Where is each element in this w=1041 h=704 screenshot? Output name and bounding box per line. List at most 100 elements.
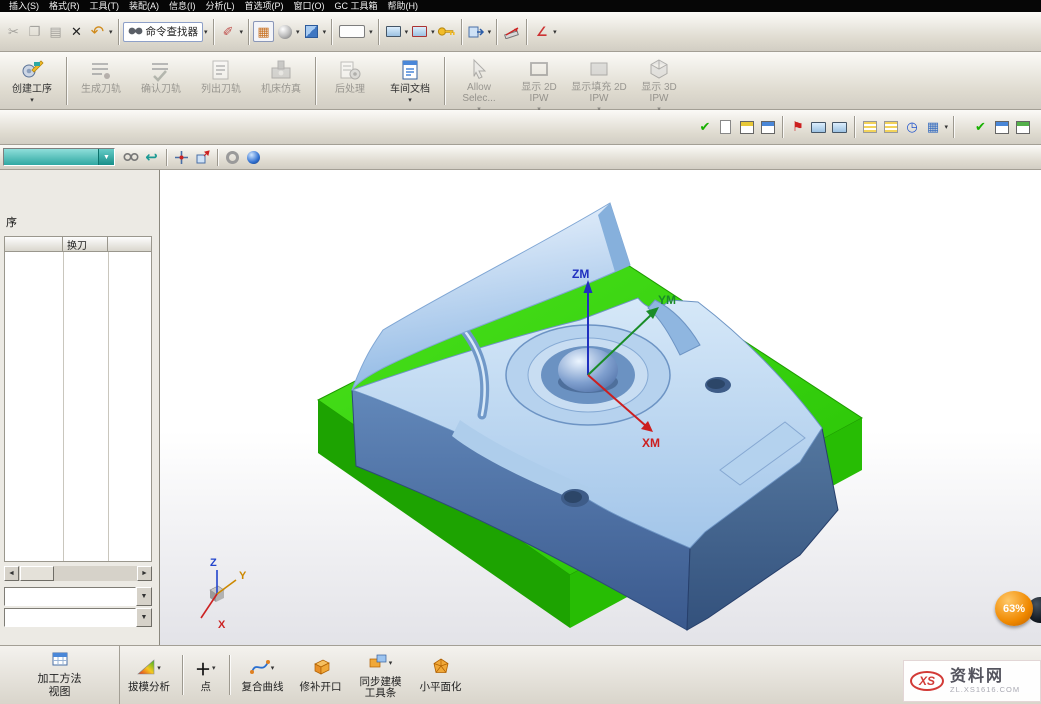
scroll-track[interactable] [54, 566, 137, 581]
scroll-right-button[interactable]: ► [137, 566, 152, 581]
show-filled-2d-ipw-button[interactable]: 显示填充 2D IPW ▾ [570, 54, 628, 108]
menu-analysis[interactable]: 分析(L) [201, 0, 240, 12]
selection-scope-dropdown-icon[interactable]: ▼ [98, 149, 114, 165]
filter-field-1[interactable] [4, 587, 136, 606]
paste-icon[interactable]: ▤ [45, 21, 66, 42]
grid-search-icon[interactable]: ▦ [922, 117, 943, 138]
list-edit-icon[interactable] [880, 117, 901, 138]
glasses-icon[interactable] [120, 147, 141, 168]
sphere-dropdown-icon[interactable]: ▾ [296, 28, 300, 36]
menu-help[interactable]: 帮助(H) [383, 0, 424, 12]
monitor-alt-icon[interactable] [829, 117, 850, 138]
key-icon[interactable] [436, 21, 457, 42]
generate-toolpath-button[interactable]: 生成刀轨 [72, 54, 130, 108]
delete-icon[interactable]: ✕ [66, 21, 87, 42]
command-finder-dropdown-icon[interactable]: ▾ [204, 28, 208, 36]
monitor-icon[interactable] [808, 117, 829, 138]
brush-icon[interactable]: ✐ [218, 21, 239, 42]
composite-curve-button[interactable]: ▾ 复合曲线 [234, 646, 292, 704]
list-toolpath-button[interactable]: 列出刀轨 [192, 54, 250, 108]
menu-information[interactable]: 信息(I) [164, 0, 201, 12]
measure-angle-icon[interactable]: ∠ [531, 21, 552, 42]
copy-object-icon[interactable] [192, 147, 213, 168]
create-operation-button[interactable]: 创建工序 ▾ [3, 54, 61, 108]
menu-tools[interactable]: 工具(T) [85, 0, 125, 12]
column-extra[interactable] [108, 237, 151, 251]
selection-scope-combo[interactable]: ▼ [3, 148, 115, 166]
menu-assembly[interactable]: 装配(A) [124, 0, 164, 12]
show-3d-ipw-button[interactable]: 显示 3D IPW ▾ [630, 54, 688, 108]
navigator-tree-area[interactable] [4, 252, 152, 562]
clock-icon[interactable]: ◷ [901, 117, 922, 138]
scroll-left-button[interactable]: ◄ [4, 566, 19, 581]
cube-dropdown-icon[interactable]: ▾ [323, 28, 327, 36]
view-orient-icon[interactable] [383, 21, 404, 42]
graphics-window[interactable]: ZM YM XM Z Y X 63% [160, 170, 1041, 645]
undo-dropdown-icon[interactable]: ▾ [109, 28, 113, 36]
export-dropdown-icon[interactable]: ▾ [488, 28, 492, 36]
snap-point-icon[interactable]: ▦ [253, 21, 274, 42]
return-arrow-icon[interactable]: ↩ [141, 147, 162, 168]
view-section-dropdown-icon[interactable]: ▾ [431, 28, 435, 36]
flag-icon[interactable]: ⚑ [787, 117, 808, 138]
export-icon[interactable] [466, 21, 487, 42]
show-2d-ipw-button[interactable]: 显示 2D IPW ▾ [510, 54, 568, 108]
scroll-thumb[interactable] [20, 566, 54, 581]
render-style-dropdown-icon[interactable]: ▾ [369, 28, 373, 36]
postprocess-button[interactable]: 后处理 [321, 54, 379, 108]
view-orient-dropdown-icon[interactable]: ▾ [405, 28, 409, 36]
first-check-icon[interactable]: ✔ [694, 117, 715, 138]
point-button[interactable]: ＋ ▾ 点 [187, 646, 225, 704]
table-blue-icon[interactable] [757, 117, 778, 138]
column-tool-change[interactable]: 换刀 [63, 237, 108, 251]
undo-icon[interactable]: ↶ [87, 21, 108, 42]
list-yellow-icon[interactable] [859, 117, 880, 138]
patch-opening-button[interactable]: 修补开口 [292, 646, 350, 704]
allow-selection-button[interactable]: Allow Selec... ▾ [450, 54, 508, 108]
table-yellow-icon[interactable] [736, 117, 757, 138]
composite-curve-dropdown-icon[interactable]: ▾ [271, 664, 275, 672]
view-section-icon[interactable] [409, 21, 430, 42]
measure-angle-dropdown-icon[interactable]: ▾ [553, 28, 557, 36]
blue-ball-icon[interactable] [243, 147, 264, 168]
verify-toolpath-button[interactable]: 确认刀轨 [132, 54, 190, 108]
menu-window[interactable]: 窗口(O) [289, 0, 330, 12]
column-name[interactable] [5, 237, 63, 251]
cut-icon[interactable]: ✂ [3, 21, 24, 42]
navigator-filter-combo-2[interactable]: ▼ [4, 608, 152, 627]
second-check-icon[interactable]: ✔ [970, 117, 991, 138]
render-style-selector[interactable] [336, 21, 368, 42]
filter-dropdown-1-icon[interactable]: ▼ [136, 587, 152, 606]
machining-method-view-button[interactable]: 加工方法视图 [0, 646, 120, 704]
menu-insert[interactable]: 插入(S) [4, 0, 44, 12]
point-dropdown-icon[interactable]: ▾ [212, 664, 216, 672]
menu-format[interactable]: 格式(R) [44, 0, 85, 12]
draft-analysis-button[interactable]: ▾ 拔模分析 [120, 646, 178, 704]
sync-modeling-dropdown-icon[interactable]: ▾ [389, 659, 393, 667]
brush-dropdown-icon[interactable]: ▾ [240, 28, 244, 36]
sync-modeling-button[interactable]: ▾ 同步建模工具条 [350, 646, 412, 704]
navigator-hscrollbar[interactable]: ◄ ► [4, 566, 152, 581]
sphere-tool-icon[interactable] [274, 21, 295, 42]
command-finder-button[interactable]: 命令查找器 [123, 22, 204, 42]
create-operation-dropdown-icon[interactable]: ▾ [30, 96, 34, 104]
edit-page-icon[interactable] [715, 117, 736, 138]
draft-analysis-dropdown-icon[interactable]: ▾ [157, 664, 161, 672]
shop-documentation-button[interactable]: 车间文档 ▾ [381, 54, 439, 108]
filter-field-2[interactable] [4, 608, 136, 627]
display-dropdown-icon[interactable]: ▾ [944, 123, 948, 131]
table-green-icon[interactable] [1012, 117, 1033, 138]
menu-preferences[interactable]: 首选项(P) [240, 0, 289, 12]
navigator-filter-combo-1[interactable]: ▼ [4, 587, 152, 606]
menu-gc-toolbox[interactable]: GC 工具箱 [330, 0, 383, 12]
filter-dropdown-2-icon[interactable]: ▼ [136, 608, 152, 627]
saturn-sphere-icon[interactable] [222, 147, 243, 168]
facet-button[interactable]: 小平面化 [412, 646, 470, 704]
table-blue2-icon[interactable] [991, 117, 1012, 138]
move-object-icon[interactable] [171, 147, 192, 168]
shop-documentation-dropdown-icon[interactable]: ▾ [408, 96, 412, 104]
measure-distance-icon[interactable] [501, 21, 522, 42]
machine-simulation-button[interactable]: 机床仿真 [252, 54, 310, 108]
cube-tool-icon[interactable] [301, 21, 322, 42]
copy-icon[interactable]: ❐ [24, 21, 45, 42]
